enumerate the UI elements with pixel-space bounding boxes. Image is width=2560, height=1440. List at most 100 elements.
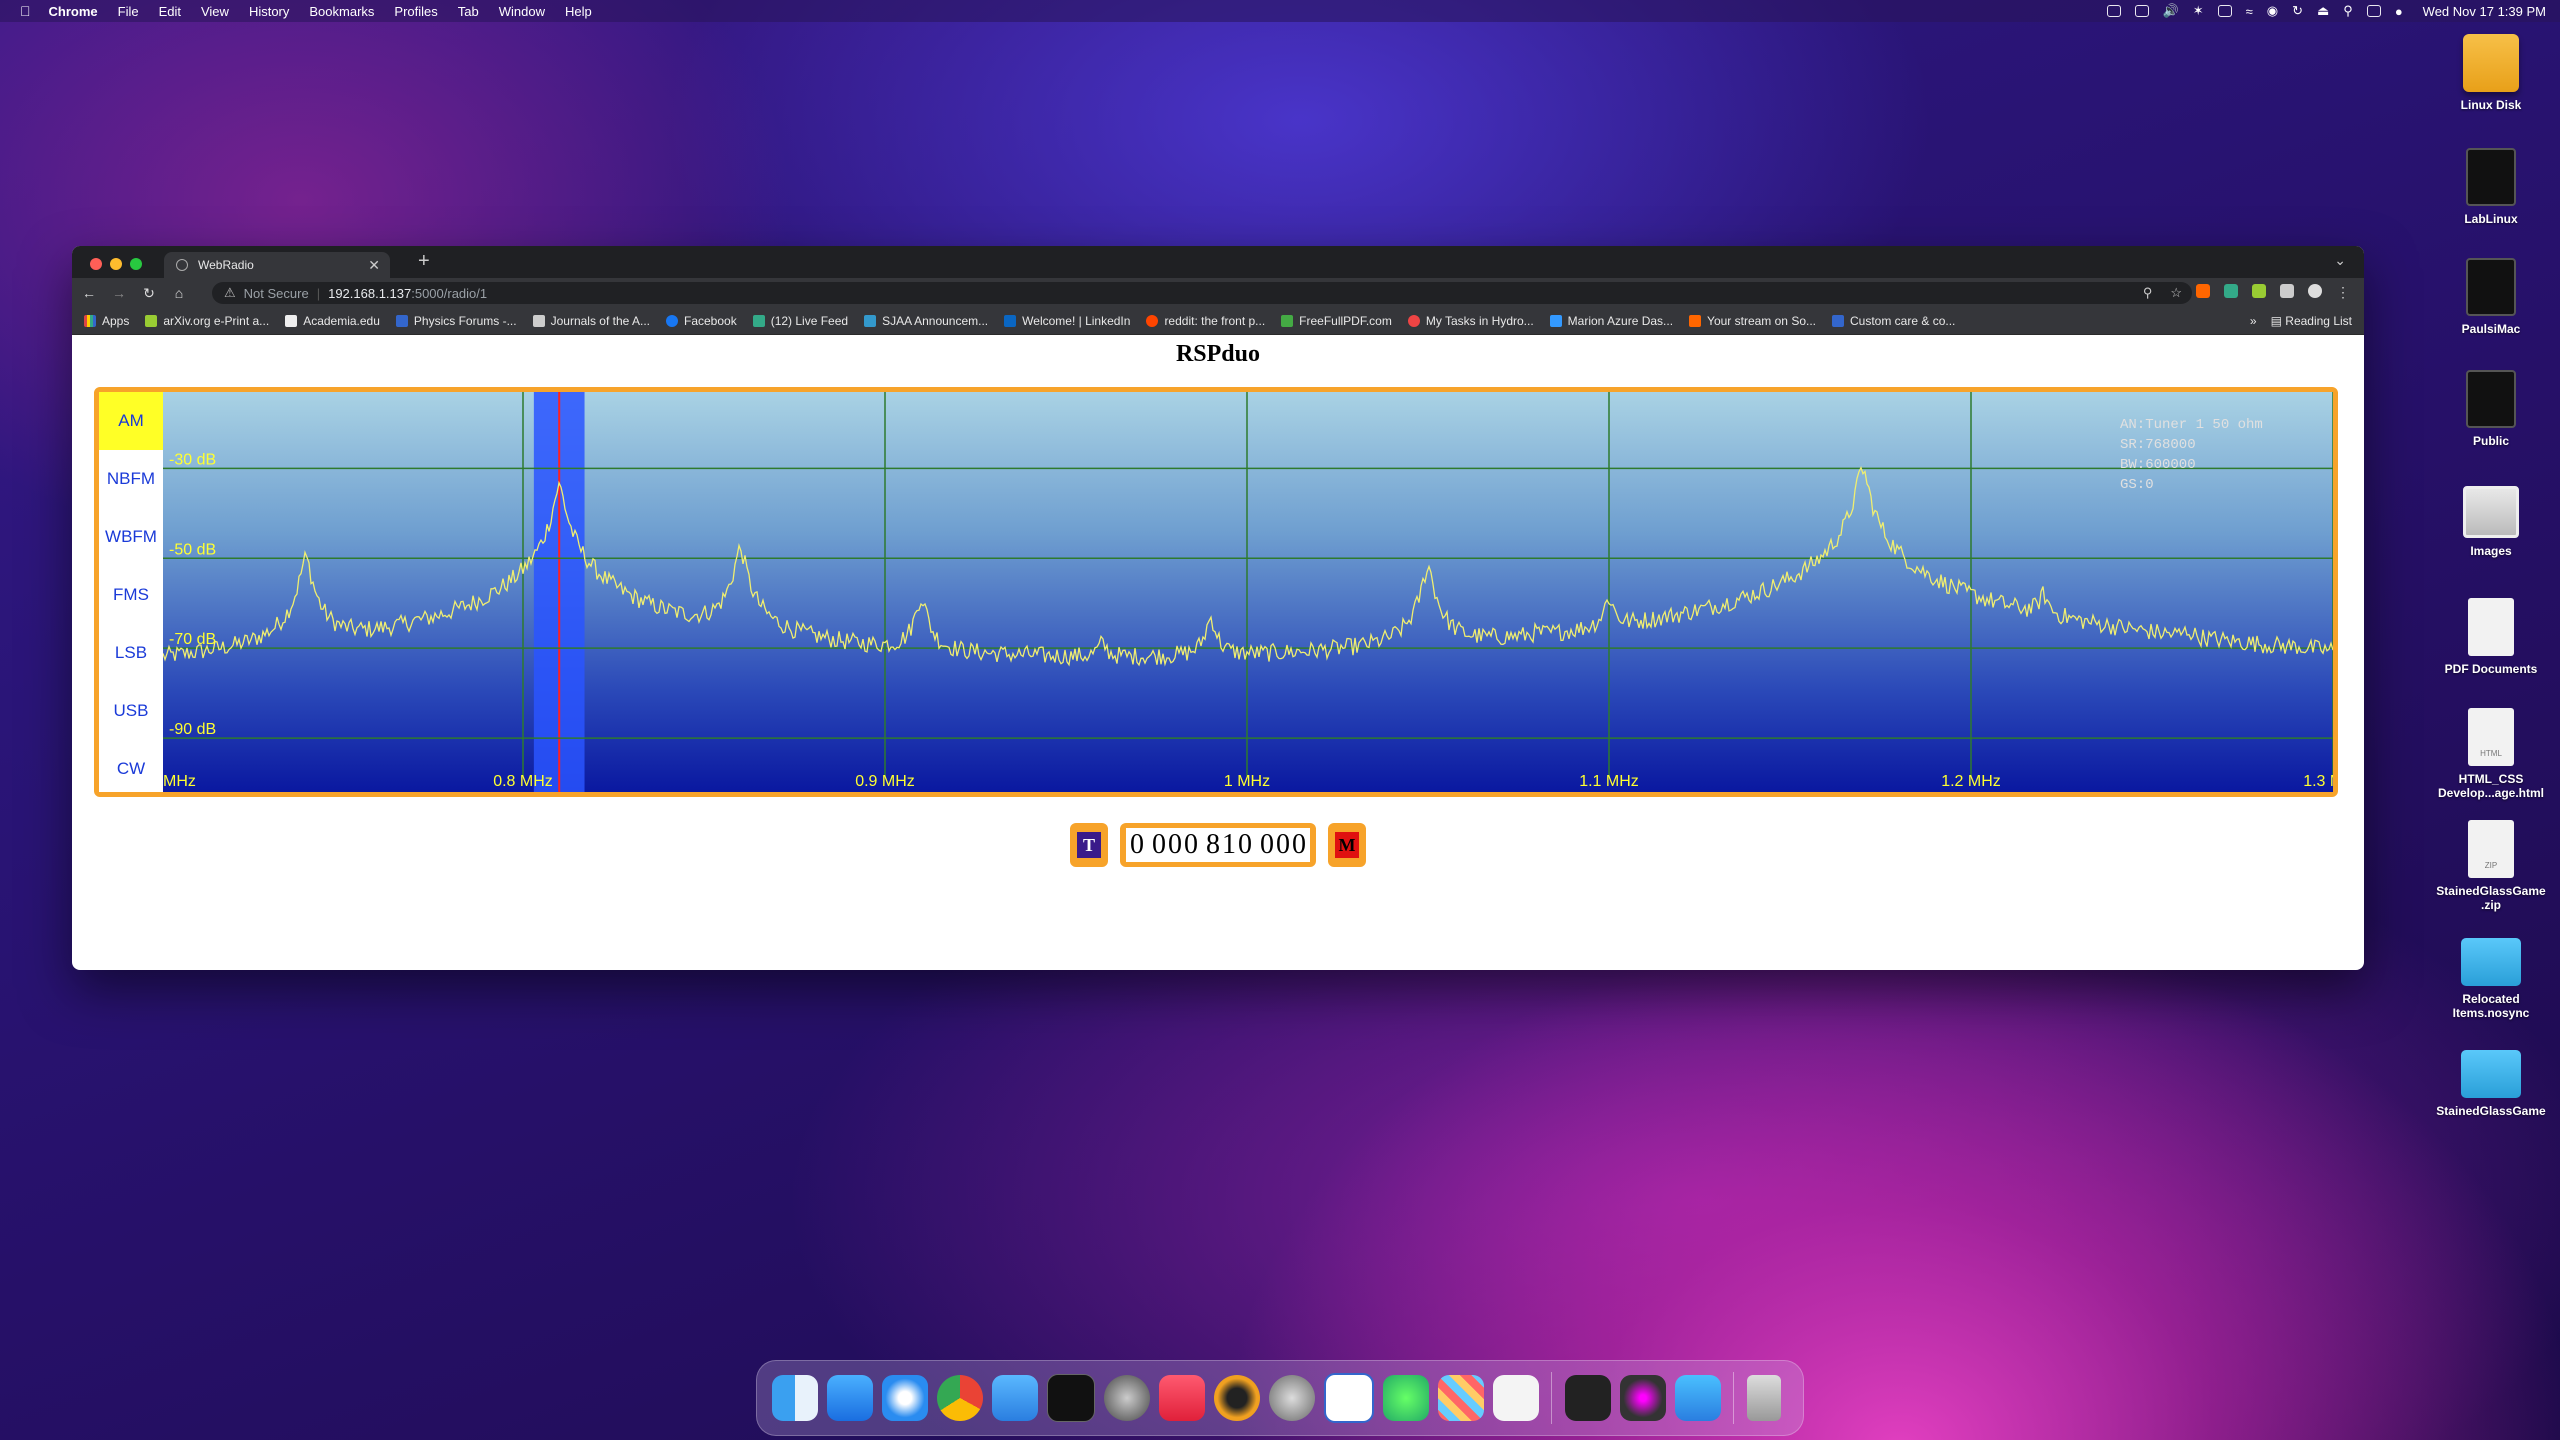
mode-usb[interactable]: USB [99, 682, 163, 740]
mode-fms[interactable]: FMS [99, 566, 163, 624]
atom-icon[interactable] [1383, 1375, 1429, 1421]
more-menu-icon[interactable]: ⋮ [2336, 284, 2350, 300]
chrome-icon[interactable] [937, 1375, 983, 1421]
desktop-icon-pdf-documents[interactable]: PDF Documents [2436, 598, 2546, 676]
bookmark-custom-care[interactable]: Custom care & co... [1832, 314, 1955, 328]
tab-webradio[interactable]: WebRadio ✕ [164, 252, 390, 278]
finder-icon[interactable] [772, 1375, 818, 1421]
menu-history[interactable]: History [249, 4, 289, 19]
menu-window[interactable]: Window [499, 4, 545, 19]
puzzle-extensions-icon[interactable] [2280, 284, 2294, 298]
menu-view[interactable]: View [201, 4, 229, 19]
pages-icon[interactable] [1324, 1373, 1374, 1423]
spectrum-display[interactable]: -30 dB -50 dB -70 dB -90 dB MHz 0.8 MHz 0.9 MH… [163, 392, 2333, 792]
freq-digit[interactable]: 0 [1237, 829, 1253, 861]
calendar-icon[interactable] [1493, 1375, 1539, 1421]
desktop-icon-paulsimac[interactable]: PaulsiMac [2436, 258, 2546, 336]
not-secure-label[interactable]: Not Secure [244, 286, 309, 301]
freq-digit[interactable]: 0 [1291, 829, 1307, 861]
new-tab-button[interactable]: + [418, 250, 430, 273]
close-window-button[interactable] [90, 258, 102, 270]
menu-file[interactable]: File [118, 4, 139, 19]
url-path[interactable]: :5000/radio/1 [411, 286, 487, 301]
xcode-icon[interactable] [1675, 1375, 1721, 1421]
grid-app-icon[interactable] [1438, 1375, 1484, 1421]
freq-digit[interactable]: 0 [1129, 829, 1145, 861]
forward-arrow-icon[interactable]: → [106, 285, 132, 301]
menu-profiles[interactable]: Profiles [394, 4, 437, 19]
bookmark-soundcloud[interactable]: Your stream on So... [1689, 314, 1816, 328]
spotlight-search-icon[interactable]: ⚲ [2343, 3, 2353, 19]
more-bookmarks-button[interactable]: » [2250, 314, 2257, 328]
bookmark-physics-forums[interactable]: Physics Forums -... [395, 314, 517, 328]
bookmark-azure[interactable]: Marion Azure Das... [1549, 314, 1673, 328]
desktop-icon-images[interactable]: Images [2436, 486, 2546, 558]
rss-extension-icon[interactable] [2196, 284, 2210, 298]
warning-icon[interactable]: ⚠ [224, 285, 236, 301]
address-bar[interactable]: ⚠ Not Secure | 192.168.1.137 :5000/radio… [212, 282, 2192, 304]
bookmark-apps[interactable]: Apps [84, 314, 129, 328]
mail-icon[interactable] [827, 1375, 873, 1421]
bookmark-tasks[interactable]: My Tasks in Hydro... [1407, 314, 1534, 328]
desktop-icon-public[interactable]: Public [2436, 370, 2546, 448]
drobo-icon[interactable] [1565, 1375, 1611, 1421]
tab-search-chevron-icon[interactable]: ⌄ [2334, 252, 2346, 269]
desktop-icon-lablinux[interactable]: LabLinux [2436, 148, 2546, 226]
bookmark-star-icon[interactable]: ☆ [2170, 285, 2182, 301]
shield-icon[interactable] [992, 1375, 1038, 1421]
battery-icon[interactable] [2217, 5, 2232, 17]
trash-icon[interactable] [1747, 1375, 1781, 1421]
bookmark-freefullpdf[interactable]: FreeFullPDF.com [1281, 314, 1392, 328]
bookmark-journals[interactable]: Journals of the A... [532, 314, 650, 328]
freq-digit[interactable]: 0 [1259, 829, 1275, 861]
menu-help[interactable]: Help [565, 4, 592, 19]
url-host[interactable]: 192.168.1.137 [328, 286, 411, 301]
user-icon[interactable]: ◉ [2267, 3, 2278, 19]
status-app-icon[interactable] [2106, 5, 2121, 17]
menu-tab[interactable]: Tab [458, 4, 479, 19]
freq-digit[interactable]: 0 [1275, 829, 1291, 861]
freq-digit[interactable]: 1 [1221, 829, 1237, 861]
desktop-icon-zip-file[interactable]: ZIP StainedGlassGame .zip [2436, 820, 2546, 912]
control-center-icon[interactable] [2366, 5, 2381, 17]
bookmark-arxiv[interactable]: arXiv.org e-Print a... [145, 314, 269, 328]
extension-icon[interactable] [2252, 284, 2266, 298]
desktop-icon-html-file[interactable]: HTML HTML_CSS Develop...age.html [2436, 708, 2546, 800]
freq-digit[interactable]: 0 [1183, 829, 1199, 861]
drive-extension-icon[interactable] [2224, 284, 2238, 298]
siri-icon[interactable]: ● [2395, 4, 2403, 19]
back-arrow-icon[interactable]: ← [76, 285, 102, 301]
mode-wbfm[interactable]: WBFM [99, 508, 163, 566]
bookmark-reddit[interactable]: reddit: the front p... [1146, 314, 1265, 328]
freq-digit[interactable]: 0 [1151, 829, 1167, 861]
terminal-icon[interactable] [1047, 1374, 1095, 1422]
apple-menu-icon[interactable]:  [20, 3, 31, 19]
freq-digit[interactable]: 8 [1205, 829, 1221, 861]
music-icon[interactable] [1159, 1375, 1205, 1421]
bluetooth-icon[interactable]: ✶ [2193, 3, 2204, 19]
bookmark-linkedin[interactable]: Welcome! | LinkedIn [1004, 314, 1130, 328]
xcode-x-icon[interactable] [1620, 1375, 1666, 1421]
minimize-window-button[interactable] [110, 258, 122, 270]
memory-button[interactable]: M [1328, 823, 1366, 867]
bookmark-live-feed[interactable]: (12) Live Feed [752, 314, 848, 328]
menu-clock[interactable]: Wed Nov 17 1:39 PM [2423, 4, 2546, 19]
safari-icon[interactable] [882, 1375, 928, 1421]
system-preferences-icon[interactable] [1269, 1375, 1315, 1421]
menu-edit[interactable]: Edit [159, 4, 181, 19]
eject-icon[interactable]: ⏏ [2317, 3, 2329, 19]
reading-list-button[interactable]: ▤ Reading List [2271, 314, 2352, 328]
instruments-icon[interactable] [1214, 1375, 1260, 1421]
profile-avatar-icon[interactable] [2308, 284, 2322, 298]
launchpad-icon[interactable] [1104, 1375, 1150, 1421]
time-machine-icon[interactable]: ↻ [2292, 3, 2303, 19]
desktop-icon-relocated-items[interactable]: Relocated Items.nosync [2436, 938, 2546, 1020]
desktop-icon-stainedglassgame[interactable]: StainedGlassGame [2436, 1050, 2546, 1118]
bookmark-academia[interactable]: Academia.edu [285, 314, 380, 328]
menu-bookmarks[interactable]: Bookmarks [309, 4, 374, 19]
desktop-icon-linux-disk[interactable]: Linux Disk [2436, 34, 2546, 112]
home-icon[interactable]: ⌂ [166, 285, 192, 301]
bookmark-facebook[interactable]: Facebook [666, 314, 737, 328]
close-tab-icon[interactable]: ✕ [368, 257, 380, 274]
menu-app-name[interactable]: Chrome [49, 4, 98, 19]
